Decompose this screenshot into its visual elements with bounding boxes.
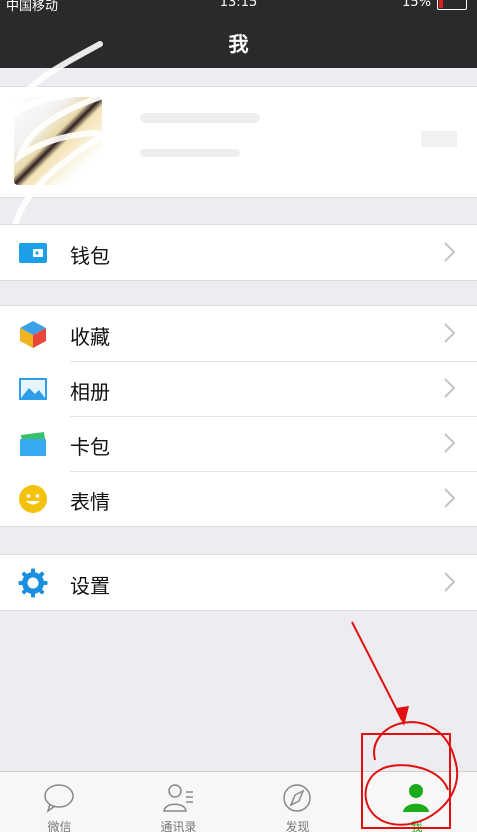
redaction-scribble	[4, 41, 113, 229]
menu-item-label: 表情	[70, 490, 110, 514]
menu-item-settings[interactable]: 设置	[0, 555, 477, 610]
tab-me[interactable]: 我	[357, 772, 476, 832]
smiley-icon	[19, 485, 47, 513]
photo-icon	[19, 378, 47, 400]
menu-item-label: 卡包	[70, 435, 110, 459]
menu-item-label: 收藏	[70, 325, 110, 349]
tab-label: 通讯录	[160, 820, 197, 832]
chat-bubble-icon	[44, 784, 74, 813]
battery-percent: 15%	[402, 0, 431, 10]
qr-code-icon[interactable]	[421, 131, 457, 147]
menu-item-album[interactable]: 相册	[0, 361, 477, 416]
menu-item-cards[interactable]: 卡包	[0, 416, 477, 471]
cube-icon	[20, 321, 46, 348]
contacts-icon	[163, 784, 193, 812]
battery-fill	[439, 0, 443, 8]
chevron-right-icon	[444, 488, 456, 508]
tab-label: 我	[410, 820, 423, 832]
tab-contacts[interactable]: 通讯录	[119, 772, 238, 832]
gear-icon	[18, 568, 48, 598]
menu-item-favorites[interactable]: 收藏	[0, 306, 477, 361]
collections-group: 收藏 相册 卡包 表情	[0, 305, 477, 527]
tab-wechat[interactable]: 微信	[0, 772, 119, 832]
tab-label: 微信	[47, 820, 72, 832]
profile-id-redacted	[140, 149, 240, 157]
menu-item-label: 设置	[70, 574, 110, 598]
menu-item-label: 相册	[70, 380, 110, 404]
chevron-right-icon	[444, 242, 456, 262]
menu-item-wallet[interactable]: 钱包	[0, 225, 477, 280]
chevron-right-icon	[444, 323, 456, 343]
menu-item-stickers[interactable]: 表情	[0, 471, 477, 526]
chevron-right-icon	[444, 572, 456, 592]
chevron-right-icon	[444, 433, 456, 453]
tab-bar: 微信 通讯录 发现 我	[0, 771, 477, 832]
chevron-right-icon	[444, 378, 456, 398]
profile-name-redacted	[140, 113, 260, 123]
annotation-arrow-line	[351, 621, 403, 721]
wallet-icon	[19, 243, 47, 263]
person-icon	[403, 784, 429, 812]
compass-icon	[283, 784, 311, 812]
wallet-group: 钱包	[0, 224, 477, 281]
settings-group: 设置	[0, 554, 477, 611]
menu-item-label: 钱包	[70, 244, 110, 268]
tab-discover[interactable]: 发现	[238, 772, 357, 832]
battery-icon	[437, 0, 467, 10]
status-bar: 中国移动 13:15 15%	[0, 0, 477, 18]
status-right: 15%	[402, 0, 467, 10]
annotation-arrow-head	[396, 706, 409, 726]
card-icon	[20, 432, 46, 456]
tab-label: 发现	[285, 820, 310, 832]
